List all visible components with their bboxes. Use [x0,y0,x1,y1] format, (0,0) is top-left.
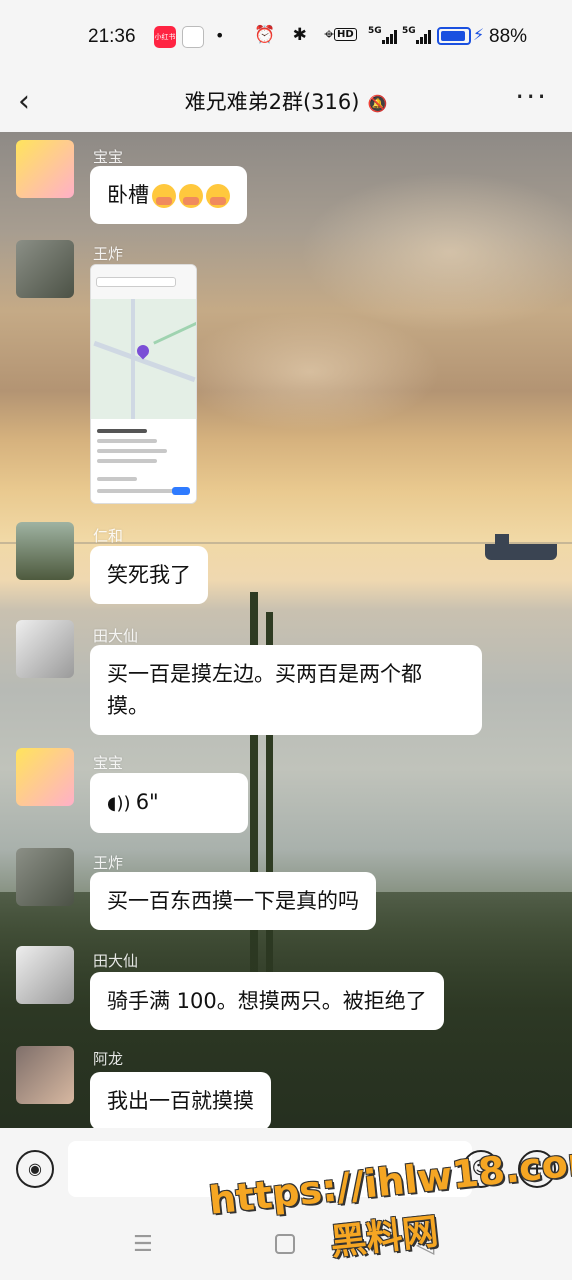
map-info-panel [91,419,196,503]
voice-message-bubble[interactable]: ◖)) 6" [90,773,248,833]
chat-title-wrap: 难兄难弟2群(316) 🔕 [0,86,572,116]
avatar[interactable] [16,1046,74,1104]
sender-name: 宝宝 [93,148,124,166]
message-bubble[interactable]: 我出一百就摸摸 [90,1072,271,1130]
message-text: 骑手满 100。想摸两只。被拒绝了 [107,989,427,1013]
voice-duration: 6" [135,790,159,814]
system-nav-bar: ☰ ◁ [0,1212,572,1280]
background-ship [485,534,557,560]
map-road [131,299,135,419]
mute-icon: 🔕 [367,94,388,113]
signal-5g-label-1: 5G [368,26,382,36]
info-line [97,477,137,481]
avatar[interactable] [16,620,74,678]
voice-input-button[interactable]: ◉ [16,1150,54,1188]
map-preview [91,299,196,419]
info-line [97,439,157,443]
voice-wave-icon: ◖)) [107,793,131,814]
sender-name: 王炸 [93,854,124,872]
avatar[interactable] [16,140,74,198]
sender-name: 阿龙 [93,1050,124,1068]
message-text: 卧槽 [107,183,149,207]
sender-name: 仁和 [93,527,124,545]
avatar[interactable] [16,240,74,298]
avatar[interactable] [16,946,74,1004]
message-bubble[interactable]: 买一百是摸左边。买两百是两个都 摸。 [90,645,482,735]
message-bubble[interactable]: 骑手满 100。想摸两只。被拒绝了 [90,972,444,1030]
more-options-button[interactable]: ··· [515,80,548,113]
image-toolbar [91,265,196,299]
hd-icon: HD [334,28,357,41]
message-text-line: 买一百是摸左边。买两百是两个都 [107,662,422,686]
xiaohongshu-notification-icon: 小红书 [154,26,176,48]
battery-percent: 88% [489,26,528,47]
charging-icon: ⚡ [473,25,485,44]
message-text: 笑死我了 [107,563,191,587]
image-message[interactable] [90,264,197,504]
status-bar: 21:36 小红书 • ⏰ ✱ ⌖ HD 5G 5G ⚡ 88% [0,0,572,72]
emoji-icon [152,184,176,208]
info-line [97,489,177,493]
emoji-icon [206,184,230,208]
chat-title[interactable]: 难兄难弟2群(316) [185,86,360,116]
message-text-line: 摸。 [107,694,149,718]
sender-name: 田大仙 [93,627,139,645]
sender-name: 田大仙 [93,952,139,970]
map-road [153,316,196,345]
background-cloud [300,172,572,332]
signal-bars-icon-2 [416,30,432,44]
sender-name: 王炸 [93,245,124,263]
info-line [97,429,147,433]
more-notifications-dot: • [215,26,225,45]
info-line [97,449,167,453]
map-go-button [172,487,190,495]
baidu-netdisk-notification-icon [182,26,204,48]
status-icons: ⏰ ✱ ⌖ [254,25,340,45]
message-bubble[interactable]: 卧槽 [90,166,247,224]
message-bubble[interactable]: 买一百东西摸一下是真的吗 [90,872,376,930]
avatar[interactable] [16,522,74,580]
emoji-icon [179,184,203,208]
status-time: 21:36 [88,26,136,47]
chat-header: ‹ 难兄难弟2群(316) 🔕 ··· [0,72,572,132]
sender-name: 宝宝 [93,754,124,772]
avatar[interactable] [16,848,74,906]
info-line [97,459,157,463]
message-text: 我出一百就摸摸 [107,1089,254,1113]
menu-icon[interactable]: ☰ [133,1232,153,1257]
signal-5g-label-2: 5G [402,26,416,36]
home-icon[interactable] [275,1234,295,1254]
battery-icon [437,27,471,45]
message-text: 买一百东西摸一下是真的吗 [107,889,359,913]
message-bubble[interactable]: 笑死我了 [90,546,208,604]
background-cloud [180,312,440,432]
avatar[interactable] [16,748,74,806]
image-searchbar [96,277,176,287]
signal-bars-icon-1 [382,30,398,44]
